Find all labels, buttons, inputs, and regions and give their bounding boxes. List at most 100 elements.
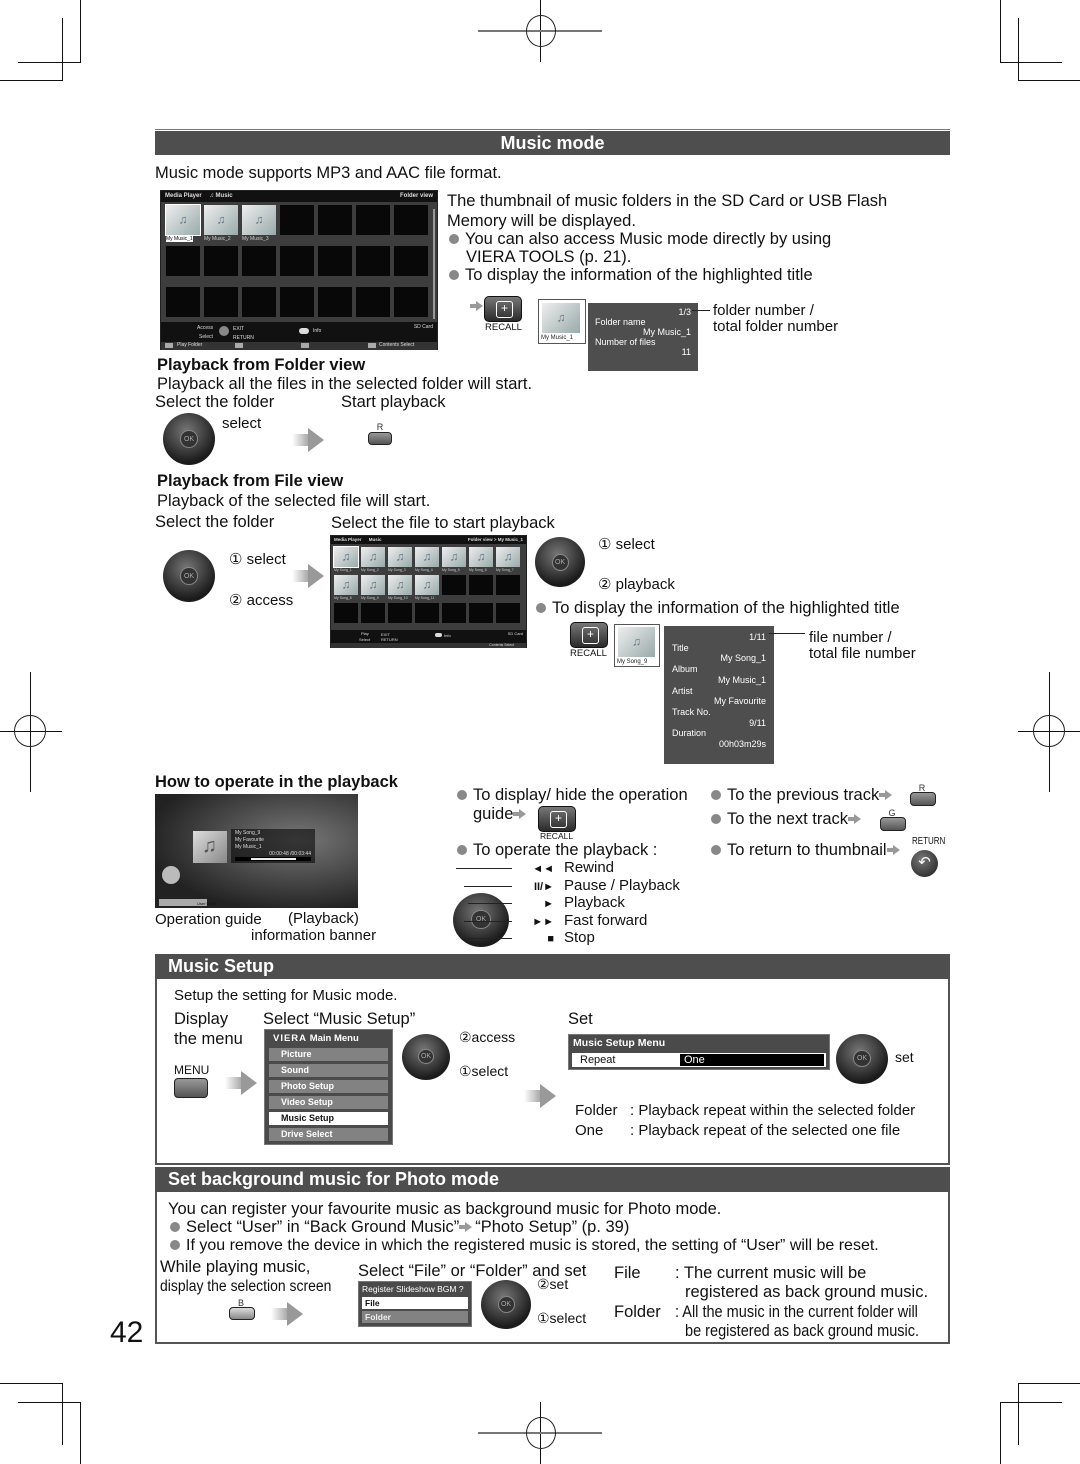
control-label: Stop <box>564 929 595 946</box>
dialog-option-folder[interactable]: Folder <box>362 1311 468 1323</box>
info-button-icon <box>299 328 309 334</box>
file-thumbnail[interactable] <box>442 547 466 567</box>
info-row-label: Duration <box>672 728 707 739</box>
bullet-text: To display the information of the highli… <box>552 599 900 617</box>
step-display-2: the menu <box>174 1030 243 1048</box>
bgm-option-desc: : All the music in the current folder wi… <box>675 1303 918 1321</box>
playback-screen: ♫ My Song_9 My Favourite My Music_1 00:0… <box>155 794 358 908</box>
control-label: Fast forward <box>564 911 648 929</box>
ok-button[interactable]: OK <box>497 1296 515 1313</box>
return-button[interactable]: ↶ <box>911 850 938 877</box>
folder-thumbnail[interactable] <box>204 205 238 235</box>
file-label: My Song_10 <box>388 596 408 600</box>
option-desc: : Playback repeat within the selected fo… <box>630 1102 916 1119</box>
device-label: SD Card <box>507 631 523 636</box>
select-hint: Select <box>199 334 213 340</box>
empty-thumbnail <box>394 205 428 235</box>
file-thumbnail[interactable] <box>415 547 439 567</box>
empty-thumbnail <box>280 205 314 235</box>
repeat-value: One <box>684 1054 705 1066</box>
leader-line <box>468 903 512 904</box>
file-label: My Song_3 <box>388 568 406 572</box>
file-thumbnail[interactable] <box>496 547 520 567</box>
recall-button[interactable] <box>570 622 608 648</box>
leader-line <box>692 310 710 311</box>
select-label: select <box>222 415 262 432</box>
file-label: My Song_6 <box>469 568 487 572</box>
bullet-info: To display the information of the highli… <box>449 266 813 285</box>
scrollbar[interactable] <box>433 209 435 319</box>
file-thumbnail[interactable] <box>469 547 493 567</box>
bullet-text: To operate the playback : <box>473 841 658 859</box>
ok-button[interactable]: OK <box>180 430 198 448</box>
recall-button[interactable] <box>484 296 522 322</box>
next-track-button[interactable] <box>880 817 906 831</box>
repeat-select[interactable]: One <box>680 1054 824 1066</box>
menu-item-music-setup[interactable]: Music Setup <box>269 1112 388 1125</box>
folder-thumbnail[interactable] <box>242 205 276 235</box>
file-thumbnail[interactable] <box>415 575 439 595</box>
desc-line-1: The thumbnail of music folders in the SD… <box>447 192 888 210</box>
menu-item-photo-setup[interactable]: Photo Setup <box>269 1080 388 1093</box>
section-title-music-mode: Music mode <box>155 131 950 155</box>
screen-view-label: Folder view <box>399 193 433 199</box>
leader-line <box>769 633 805 634</box>
previous-track-button[interactable] <box>910 792 936 806</box>
folder-counter-note-1: folder number / <box>713 302 814 319</box>
bullet-next: To the next track <box>711 810 864 829</box>
file-thumbnail[interactable] <box>388 575 412 595</box>
file-thumbnail[interactable] <box>388 547 412 567</box>
files-label: Number of files <box>595 337 656 347</box>
dpad-control[interactable]: OK <box>481 1280 531 1329</box>
red-button[interactable] <box>368 432 392 445</box>
bullet-viera-tools: You can also access Music mode directly … <box>449 230 831 249</box>
screen-app-label: Media Player <box>165 193 202 199</box>
r-button-label: R <box>376 422 384 432</box>
menu-button[interactable] <box>174 1078 208 1098</box>
bgm-intro: You can register your favourite music as… <box>168 1200 722 1218</box>
file-label: My Song_5 <box>442 568 460 572</box>
ok-button[interactable]: OK <box>853 1050 871 1068</box>
info-hint: Info <box>313 328 322 334</box>
folder-thumb: My Music_1 <box>538 299 586 344</box>
step-select-folder: Select the folder <box>155 393 275 411</box>
dpad-control[interactable]: OK <box>163 413 215 465</box>
file-thumbnail[interactable] <box>333 546 359 568</box>
viera-logo: VIERA <box>273 1033 308 1044</box>
dpad-control[interactable]: OK <box>836 1034 888 1084</box>
ok-button[interactable]: OK <box>551 553 569 571</box>
contents-select-hint: Contents Select <box>489 643 514 647</box>
file-counter-note-1: file number / <box>809 629 892 646</box>
dpad-control[interactable]: OK <box>163 550 215 602</box>
menu-item-sound[interactable]: Sound <box>269 1064 388 1077</box>
option-row: One: Playback repeat of the selected one… <box>575 1122 900 1139</box>
menu-item-drive-select[interactable]: Drive Select <box>269 1128 388 1141</box>
files-value: 11 <box>681 347 691 357</box>
menu-item-video-setup[interactable]: Video Setup <box>269 1096 388 1109</box>
ok-button[interactable]: OK <box>180 567 198 585</box>
info-row-value: 00h03m29s <box>718 739 766 750</box>
folder-label: My Music_3 <box>242 236 269 242</box>
folder-thumbnail[interactable] <box>165 204 201 236</box>
caption-banner-1: (Playback) <box>288 910 359 927</box>
file-thumbnail[interactable] <box>361 547 385 567</box>
file-label: My Song_2 <box>361 568 379 572</box>
ok-button[interactable]: OK <box>417 1048 435 1065</box>
bgm-option-name: File <box>614 1264 641 1282</box>
file-thumbnail[interactable] <box>334 575 358 595</box>
heading-playback-folder: Playback from Folder view <box>157 356 366 374</box>
dpad-control[interactable]: OK <box>402 1034 450 1080</box>
dpad-control[interactable]: OK <box>535 537 585 587</box>
menu-item-picture[interactable]: Picture <box>269 1048 388 1061</box>
file-label: My Song_9 <box>361 596 379 600</box>
dialog-option-file[interactable]: File <box>362 1297 468 1309</box>
b-button[interactable] <box>229 1307 255 1320</box>
bgm-option-name: Folder <box>614 1303 661 1321</box>
control-label: Pause / Playback <box>564 876 680 894</box>
arrow-icon <box>848 814 862 824</box>
next-step-arrow-icon <box>225 1071 259 1095</box>
recall-button[interactable] <box>538 806 576 832</box>
select-label: ① select <box>598 536 655 553</box>
file-thumbnail[interactable] <box>361 575 385 595</box>
file-thumb-label: My Song_9 <box>617 659 648 665</box>
